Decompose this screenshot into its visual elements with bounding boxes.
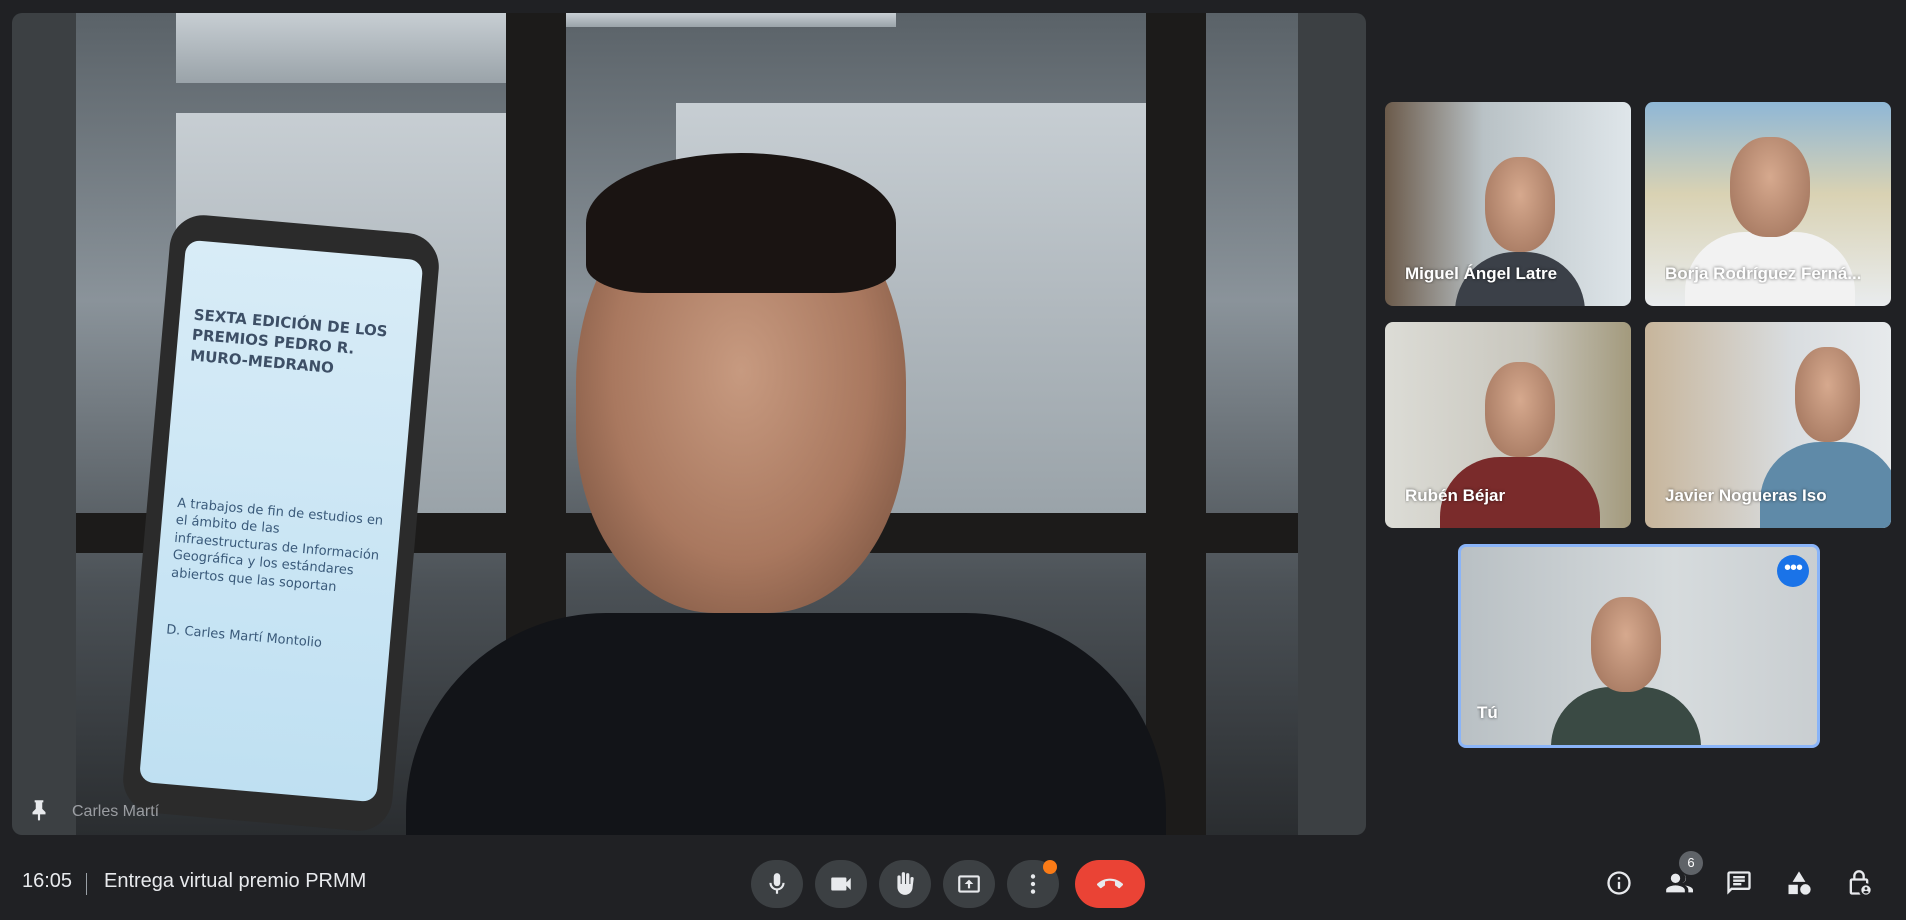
hand-icon <box>897 872 914 895</box>
info-icon <box>1607 871 1631 895</box>
self-view-tile[interactable]: ••• Tú <box>1458 544 1820 748</box>
participant-face <box>1485 362 1555 457</box>
participant-tile[interactable]: Rubén Béjar <box>1385 322 1631 528</box>
self-options-button[interactable]: ••• <box>1777 555 1809 587</box>
participant-name: Javier Nogueras Iso <box>1665 486 1827 505</box>
chat-button[interactable] <box>1721 865 1757 901</box>
phone-body: A trabajos de fin de estudios en el ámbi… <box>170 495 384 595</box>
people-button[interactable]: 6 <box>1661 851 1703 901</box>
meeting-details-button[interactable] <box>1601 865 1637 901</box>
phone-author: D. Carles Martí Montolio <box>165 622 323 652</box>
meeting-clock: 16:05 <box>22 870 73 892</box>
participant-name: Rubén Béjar <box>1405 486 1506 505</box>
participant-name: Borja Rodríguez Ferná... <box>1665 264 1862 283</box>
divider <box>86 873 87 895</box>
activities-icon <box>1788 871 1811 895</box>
meeting-title: Entrega virtual premio PRMM <box>104 870 367 892</box>
more-options-button[interactable] <box>1007 860 1059 908</box>
bottom-bar: 16:05 Entrega virtual premio PRMM 6 <box>0 851 1906 915</box>
lock-person-icon <box>1849 870 1871 895</box>
self-face <box>1591 597 1661 692</box>
phone-device: SEXTA EDICIÓN DE LOS PREMIOS PEDRO R. MU… <box>120 212 442 834</box>
activities-button[interactable] <box>1781 865 1817 901</box>
main-stage: SEXTA EDICIÓN DE LOS PREMIOS PEDRO R. MU… <box>12 13 1366 835</box>
speaker-shirt <box>406 613 1166 835</box>
window-pane <box>176 13 506 83</box>
speaker-hair <box>586 153 896 293</box>
participant-face <box>1795 347 1860 442</box>
participant-face <box>1485 157 1555 252</box>
raise-hand-button[interactable] <box>879 860 931 908</box>
host-controls-button[interactable] <box>1841 865 1877 901</box>
camera-icon <box>831 877 851 891</box>
self-name: Tú <box>1477 703 1498 722</box>
participant-tile[interactable]: Borja Rodríguez Ferná... <box>1645 102 1891 306</box>
self-body <box>1551 687 1701 745</box>
participant-count-badge: 6 <box>1679 851 1703 875</box>
participant-face <box>1730 137 1810 237</box>
window-pane <box>566 13 896 27</box>
participant-body <box>1760 442 1891 528</box>
more-vert-icon <box>1030 874 1036 894</box>
mic-button[interactable] <box>751 860 803 908</box>
phone-heading: SEXTA EDICIÓN DE LOS PREMIOS PEDRO R. MU… <box>189 305 389 377</box>
mic-icon <box>769 873 785 894</box>
notification-dot <box>1043 860 1057 874</box>
participant-tile[interactable]: Javier Nogueras Iso <box>1645 322 1891 528</box>
phone-screen: SEXTA EDICIÓN DE LOS PREMIOS PEDRO R. MU… <box>138 239 424 803</box>
speaker-name-label: Carles Martí <box>72 803 160 820</box>
participant-name: Miguel Ángel Latre <box>1405 264 1558 283</box>
camera-button[interactable] <box>815 860 867 908</box>
window-frame <box>1146 13 1206 835</box>
participant-tile[interactable]: Miguel Ángel Latre <box>1385 102 1631 306</box>
end-call-icon <box>1097 878 1123 889</box>
present-button[interactable] <box>943 860 995 908</box>
chat-icon <box>1727 871 1751 895</box>
main-speaker-video[interactable]: SEXTA EDICIÓN DE LOS PREMIOS PEDRO R. MU… <box>76 13 1298 835</box>
present-icon <box>958 875 980 893</box>
end-call-button[interactable] <box>1075 860 1145 908</box>
pin-icon[interactable] <box>26 797 52 823</box>
